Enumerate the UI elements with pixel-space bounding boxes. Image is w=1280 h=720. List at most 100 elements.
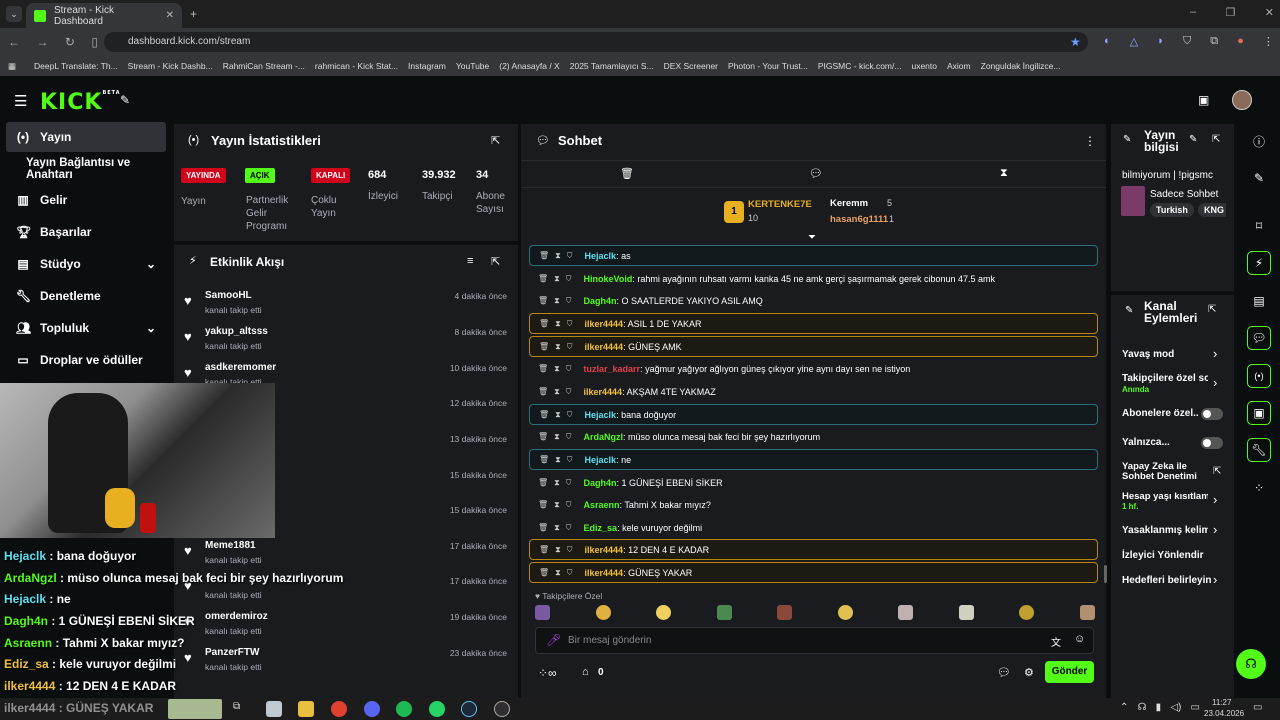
- bookmark-item[interactable]: uxento: [911, 61, 937, 71]
- emote-icon[interactable]: [1019, 605, 1035, 620]
- maximize-icon[interactable]: ❐: [1226, 6, 1236, 19]
- bookmark-item[interactable]: DeepL Translate: Th...: [34, 61, 118, 71]
- pin-icon[interactable]: ✎: [120, 93, 130, 107]
- broadcast-icon[interactable]: (•): [1247, 364, 1271, 388]
- mod-tools[interactable]: 🗑︎⧗⛉: [539, 251, 579, 261]
- chevron-right-icon[interactable]: ›: [1213, 346, 1217, 361]
- hourglass-icon[interactable]: ⧗: [1000, 167, 1008, 180]
- emoji-icon[interactable]: ☺: [1074, 633, 1085, 645]
- trash-icon[interactable]: 🗑︎: [620, 167, 634, 180]
- mic-icon[interactable]: 🎤︎: [546, 633, 561, 647]
- info-icon[interactable]: ⓘ: [1247, 129, 1271, 153]
- sidepanel-icon[interactable]: ▯: [91, 35, 98, 49]
- popout-icon[interactable]: ⇱: [1212, 134, 1220, 145]
- bookmark-item[interactable]: 2025 Tamamlayıcı S...: [570, 61, 654, 71]
- mod-tools[interactable]: 🗑︎⧗⛉: [539, 545, 579, 555]
- task-view-icon[interactable]: ⧉: [233, 701, 249, 717]
- action-account-age[interactable]: Hesap yaşı kısıtlam: [1122, 491, 1208, 502]
- action-slow-mode[interactable]: Yavaş mod: [1122, 349, 1224, 360]
- popout-icon[interactable]: ⇱: [1208, 304, 1216, 315]
- bookmark-star-icon[interactable]: ★: [1070, 35, 1081, 49]
- emote-icon[interactable]: [716, 605, 732, 620]
- popout-icon[interactable]: ⇱: [491, 255, 500, 268]
- mod-tools[interactable]: 🗑︎⧗⛉: [538, 296, 578, 306]
- volume-icon[interactable]: ◁): [1170, 702, 1181, 713]
- action-viewer-redirect[interactable]: İzleyici Yönlendir: [1122, 550, 1224, 561]
- emote-icon[interactable]: [595, 605, 611, 620]
- mod-tools[interactable]: 🗑︎⧗⛉: [539, 455, 579, 465]
- action-subs-only[interactable]: Abonelere özel...: [1122, 408, 1198, 419]
- forward-icon[interactable]: →: [36, 35, 48, 49]
- bookmark-item[interactable]: Zonguldak İngilizce...: [981, 61, 1061, 71]
- emote-icon[interactable]: [898, 605, 914, 620]
- bookmark-item[interactable]: (2) Anasayfa / X: [499, 61, 559, 71]
- mod-tools[interactable]: 🗑︎⧗⛉: [538, 432, 578, 442]
- bookmark-item[interactable]: Instagram: [408, 61, 446, 71]
- whatsapp-icon[interactable]: [429, 701, 445, 717]
- emote-icon[interactable]: [777, 605, 793, 620]
- puzzle-icon[interactable]: ⧉: [1210, 35, 1218, 48]
- extension-icon[interactable]: ◗: [1157, 35, 1164, 48]
- mod-tools[interactable]: 🗑︎⧗⛉: [539, 568, 579, 578]
- translate-icon[interactable]: 文: [1051, 634, 1061, 649]
- infinity-icon[interactable]: ⁘∞: [538, 666, 557, 680]
- mod-tools[interactable]: 🗑︎⧗⛉: [539, 342, 579, 352]
- bookmark-item[interactable]: DEX Screener: [664, 61, 718, 71]
- menu-dots-icon[interactable]: ⋮: [1263, 35, 1274, 48]
- hamburger-icon[interactable]: ☰: [14, 92, 27, 110]
- browser-tab[interactable]: Stream - Kick Dashboard ✕: [26, 3, 182, 28]
- bookmark-item[interactable]: Axiom: [947, 61, 971, 71]
- action-set-goals[interactable]: Hedefleri belirleyin: [1122, 575, 1224, 586]
- emote-icon[interactable]: [837, 605, 853, 620]
- mod-tools[interactable]: 🗑︎⧗⛉: [538, 274, 578, 284]
- bookmark-item[interactable]: Stream - Kick Dashb...: [128, 61, 213, 71]
- sidebar-item-stream-key[interactable]: Yayın Bağlantısı ve Anahtarı: [6, 154, 166, 184]
- apps-icon[interactable]: ▦: [8, 61, 16, 72]
- avatar[interactable]: [1232, 90, 1252, 110]
- edit-icon[interactable]: ✎: [1189, 134, 1197, 145]
- discord-icon[interactable]: [364, 701, 380, 717]
- sidebar-item-yayin[interactable]: (•) Yayın: [6, 122, 166, 152]
- new-tab-button[interactable]: +: [190, 7, 197, 21]
- profile-icon[interactable]: ●: [1237, 35, 1244, 48]
- chevron-right-icon[interactable]: ›: [1213, 572, 1217, 587]
- shield-icon[interactable]: ⛉: [1183, 35, 1191, 48]
- mod-tools[interactable]: 🗑︎⧗⛉: [538, 478, 578, 488]
- wallet-icon[interactable]: ▣: [1247, 401, 1271, 425]
- mod-tools[interactable]: 🗑︎⧗⛉: [538, 523, 578, 533]
- folder-icon[interactable]: [298, 701, 314, 717]
- chat-tab-icon[interactable]: 💬︎: [809, 167, 823, 180]
- subs-only-toggle[interactable]: [1201, 408, 1223, 420]
- network-icon[interactable]: ▭: [1191, 702, 1200, 713]
- notification-icon[interactable]: ▭: [1253, 702, 1262, 713]
- spotify-icon[interactable]: [396, 701, 412, 717]
- community-icon[interactable]: ⁘: [1247, 476, 1271, 500]
- bookmark-item[interactable]: RahmiCan Stream -...: [223, 61, 305, 71]
- filter-icon[interactable]: ≡: [467, 255, 473, 267]
- only-toggle[interactable]: [1201, 437, 1223, 449]
- bookmark-item[interactable]: YouTube: [456, 61, 489, 71]
- send-button[interactable]: Gönder: [1045, 661, 1094, 683]
- chevron-right-icon[interactable]: ›: [1213, 492, 1217, 507]
- app-icon[interactable]: [266, 701, 282, 717]
- emote-icon[interactable]: [1079, 605, 1095, 620]
- capture-icon[interactable]: ⌑: [1247, 214, 1271, 238]
- sidebar-item-studyo[interactable]: ▤ Stüdyo ⌄: [6, 249, 166, 279]
- support-button[interactable]: ☊: [1236, 649, 1266, 679]
- lightning-icon[interactable]: ⚡︎: [1247, 251, 1271, 275]
- chat-scrollbar[interactable]: [1104, 565, 1107, 583]
- gear-icon[interactable]: ⚙: [1024, 666, 1034, 679]
- collapse-icon[interactable]: ⏷: [808, 232, 816, 243]
- sidebar-item-droplar[interactable]: ▭ Droplar ve ödüller: [6, 345, 166, 375]
- url-field[interactable]: dashboard.kick.com/stream: [104, 32, 1088, 52]
- action-banned-words[interactable]: Yasaklanmış kelime: [1122, 525, 1208, 536]
- external-link-icon[interactable]: ⇱: [1213, 466, 1221, 477]
- chat-menu-icon[interactable]: ⋮: [1084, 134, 1096, 148]
- chat-input[interactable]: 🎤︎ Bir mesaj gönderin 文 ☺: [535, 627, 1094, 654]
- close-tab-icon[interactable]: ✕: [166, 10, 174, 21]
- mic-icon[interactable]: ▮: [1156, 702, 1162, 713]
- popout-icon[interactable]: ⇱: [491, 134, 500, 147]
- emote-icon[interactable]: [958, 605, 974, 620]
- kick-logo[interactable]: KICKBETA: [40, 90, 121, 115]
- mod-tools[interactable]: 🗑︎⧗⛉: [539, 410, 579, 420]
